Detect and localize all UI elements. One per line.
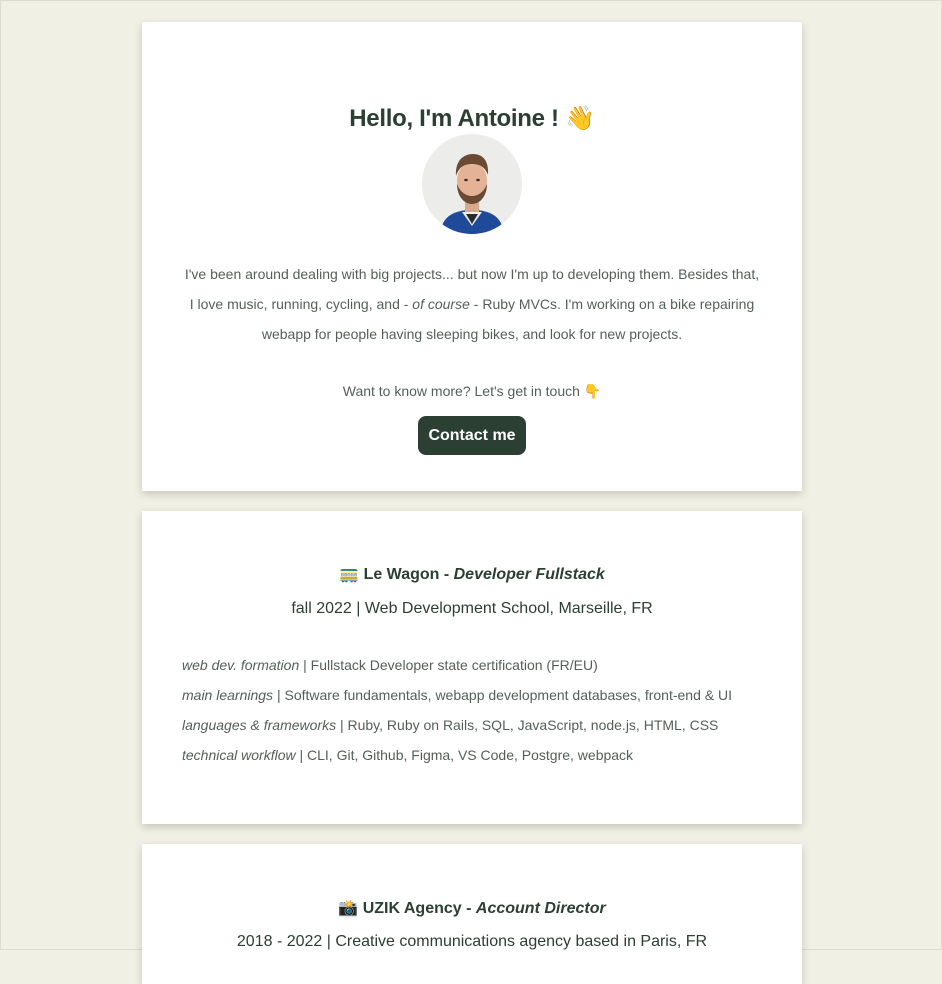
tram-icon: 🚃 [339,566,360,583]
company-name: Le Wagon [363,566,440,583]
list-item: main learnings | Software fundamentals, … [182,680,772,710]
list-item: languages & frameworks | Ruby, Ruby on R… [182,710,772,740]
job-subtitle: 2018 - 2022 | Creative communications ag… [236,933,708,950]
experience-card-uzik: 📸 UZIK Agency - Account Director 2018 - … [142,844,802,984]
title-separator: - [439,566,454,583]
detail-label: languages & frameworks [182,717,337,733]
cta-text: Want to know more? Let's get in touch 👇 [142,379,802,403]
bio-text: I've been around dealing with big projec… [182,259,762,349]
cta-text-label: Want to know more? Let's get in touch [342,383,580,399]
job-title: 📸 UZIK Agency - Account Director [142,898,802,918]
detail-value: | CLI, Git, Github, Figma, VS Code, Post… [295,747,634,763]
waving-hand-icon: 👋 [565,105,595,132]
company-name: UZIK Agency [362,900,462,917]
bio-italic: of course [412,296,470,312]
intro-card: Hello, I'm Antoine ! 👋 I've been around … [142,22,802,491]
title-separator: - [461,900,476,917]
camera-icon: 📸 [338,900,359,917]
job-title: 🚃 Le Wagon - Developer Fullstack [142,564,802,584]
avatar [422,134,522,234]
contact-button[interactable]: Contact me [418,416,526,455]
list-item: web dev. formation | Fullstack Developer… [182,650,772,680]
list-item: technical workflow | CLI, Git, Github, F… [182,740,772,770]
experience-card-le-wagon: 🚃 Le Wagon - Developer Fullstack fall 20… [142,511,802,824]
page-title: Hello, I'm Antoine ! 👋 [142,104,802,133]
detail-list: web dev. formation | Fullstack Developer… [182,650,772,770]
detail-label: technical workflow [182,747,296,763]
detail-label: main learnings [182,687,274,703]
pointing-down-icon: 👇 [583,383,602,399]
page-title-text: Hello, I'm Antoine ! [349,105,559,132]
job-subtitle: fall 2022 | Web Development School, Mars… [291,600,653,617]
portrait-illustration [422,134,522,234]
detail-value: | Fullstack Developer state certificatio… [299,657,598,673]
detail-value: | Software fundamentals, webapp developm… [273,687,732,703]
job-role: Developer Fullstack [453,566,605,583]
detail-value: | Ruby, Ruby on Rails, SQL, JavaScript, … [336,717,719,733]
detail-label: web dev. formation [182,657,300,673]
job-role: Account Director [475,900,606,917]
